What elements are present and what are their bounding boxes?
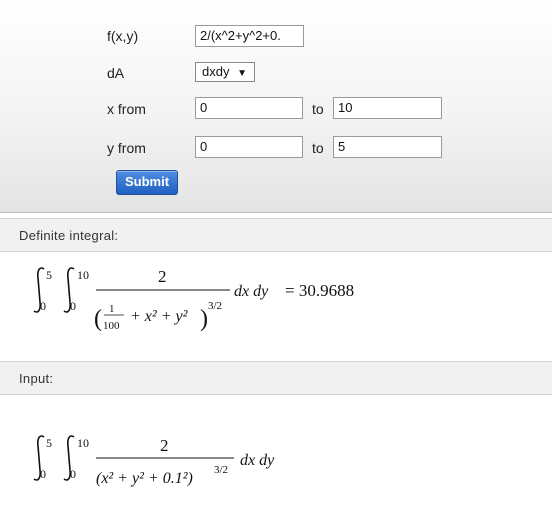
da-select[interactable]: dxdy ▼ (195, 62, 255, 82)
integral-input-form: f(x,y) 2/(x^2+y^2+0. dA dxdy ▼ x from 0 … (0, 0, 552, 213)
inner-upper-limit: 10 (77, 436, 89, 450)
form-divider (0, 212, 552, 213)
numerator: 2 (160, 436, 169, 455)
denominator: (x² + y² + 0.1²) (96, 470, 193, 487)
inner-upper-limit: 10 (77, 268, 89, 282)
differentials: dx dy (240, 452, 275, 469)
input-expression: 5 0 10 0 2 (x² + y² + 0.1²) 3/2 dx dy (33, 435, 275, 487)
exponent: 3/2 (214, 464, 228, 476)
x-to-label: to (312, 101, 324, 117)
da-label: dA (107, 65, 125, 81)
denominator-terms: + x² + y² (130, 308, 189, 325)
x-from-input[interactable]: 0 (195, 97, 303, 119)
input-header: Input: (0, 361, 552, 395)
x-to-input[interactable]: 10 (333, 97, 442, 119)
input-title: Input: (19, 371, 54, 386)
submit-button[interactable]: Submit (116, 170, 178, 195)
outer-lower-limit: 0 (40, 467, 46, 481)
inner-lower-limit: 0 (70, 299, 76, 313)
differentials: dx dy (234, 283, 269, 300)
chevron-down-icon: ▼ (237, 68, 247, 79)
function-input[interactable]: 2/(x^2+y^2+0. (195, 25, 304, 47)
function-label: f(x,y) (107, 28, 139, 44)
paren-open: ( (94, 306, 102, 332)
y-from-label: y from (107, 140, 146, 156)
paren-close: ) (200, 306, 208, 332)
definite-integral-title: Definite integral: (19, 228, 119, 243)
outer-lower-limit: 0 (40, 299, 46, 313)
da-select-value: dxdy (202, 64, 230, 79)
definite-integral-result: 5 0 10 0 2 ( 1 100 + x² + y² ) 3/2 dx dy… (33, 267, 354, 332)
integral-value: = 30.9688 (285, 281, 354, 300)
exponent: 3/2 (208, 300, 222, 312)
inner-lower-limit: 0 (70, 467, 76, 481)
y-to-label: to (312, 140, 324, 156)
y-from-input[interactable]: 0 (195, 136, 303, 158)
numerator: 2 (158, 267, 167, 286)
inner-fraction-denominator: 100 (103, 320, 120, 332)
outer-upper-limit: 5 (46, 268, 52, 282)
inner-fraction-numerator: 1 (109, 303, 115, 315)
x-from-label: x from (107, 101, 146, 117)
outer-upper-limit: 5 (46, 436, 52, 450)
y-to-input[interactable]: 5 (333, 136, 442, 158)
definite-integral-header: Definite integral: (0, 218, 552, 252)
